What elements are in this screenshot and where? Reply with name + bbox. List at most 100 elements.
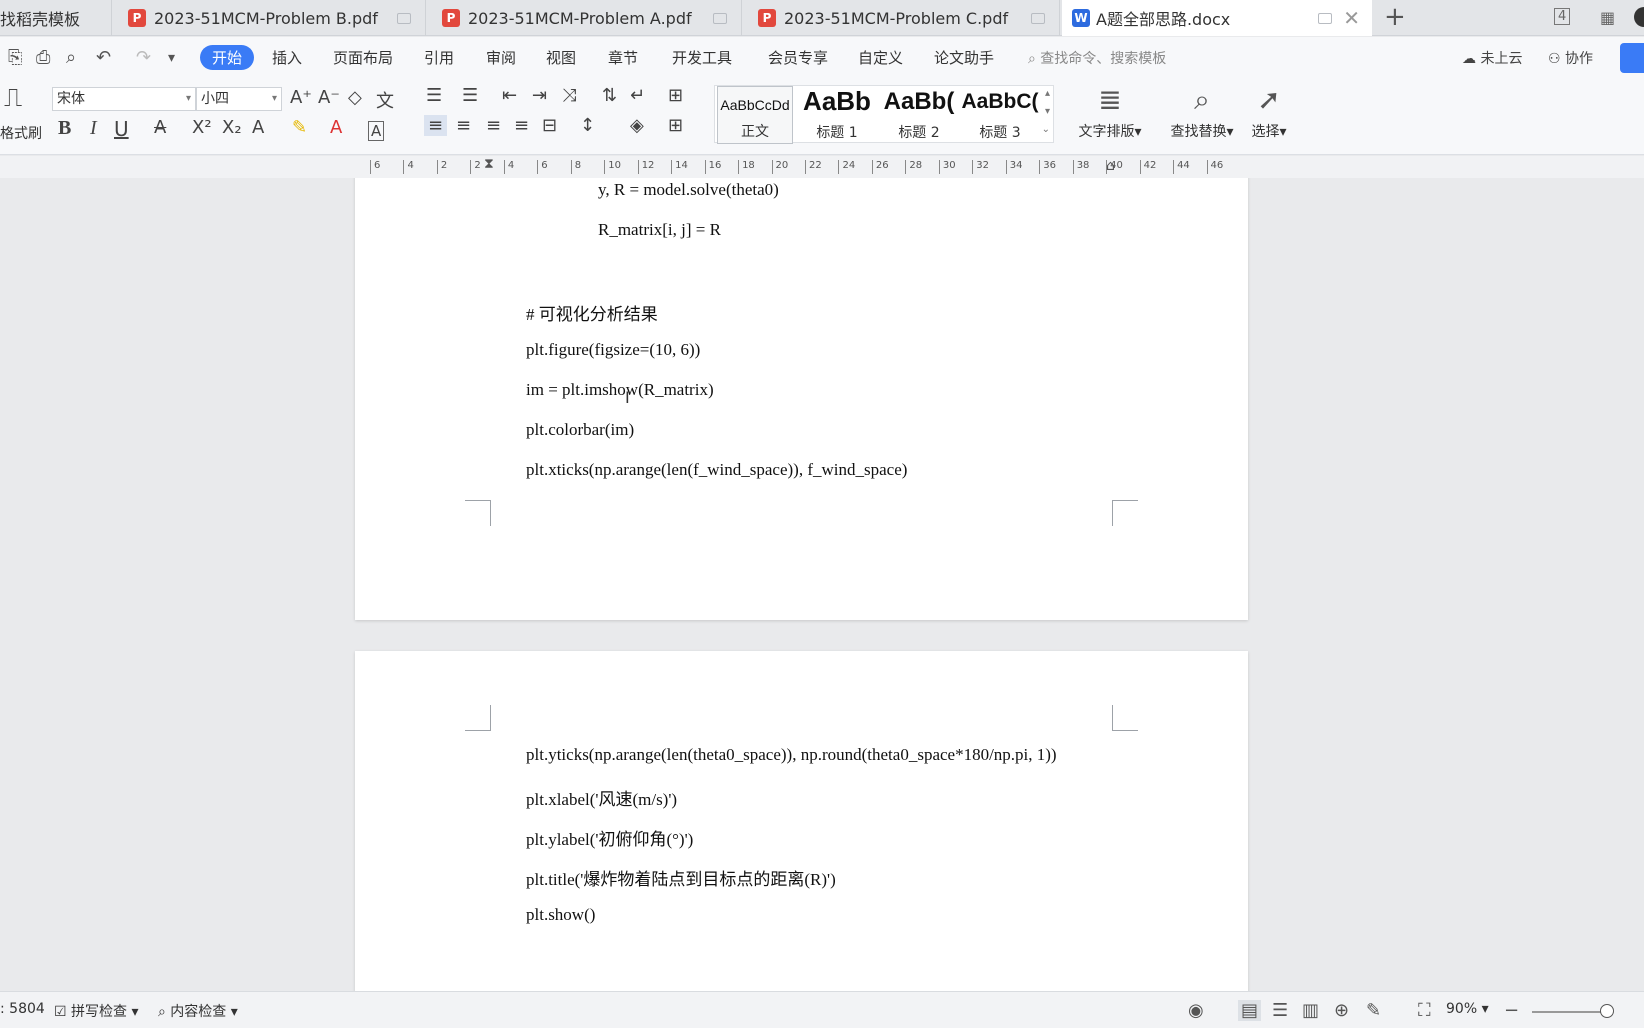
zoom-slider-knob[interactable] <box>1600 1004 1614 1018</box>
font-name-select[interactable]: 宋体 ▾ <box>52 87 196 111</box>
italic-icon[interactable]: I <box>90 117 97 140</box>
text-layout-button[interactable]: ≣ 文字排版▾ <box>1072 83 1148 141</box>
font-size-select[interactable]: 小四 ▾ <box>196 87 282 111</box>
code-line[interactable]: R_matrix[i, j] = R <box>598 220 721 240</box>
style-heading-2[interactable]: AaBb( 标题 2 <box>879 86 959 144</box>
bold-icon[interactable]: B <box>58 117 71 140</box>
cloud-status[interactable]: ☁ 未上云 <box>1462 48 1522 68</box>
code-line[interactable]: y, R = model.solve(theta0) <box>598 180 779 200</box>
window-count-icon[interactable]: 4 <box>1554 8 1571 25</box>
eye-protection-icon[interactable]: ◉ <box>1188 1000 1204 1021</box>
tab-window-icon[interactable] <box>1031 12 1045 24</box>
menu-chapter[interactable]: 章节 <box>608 47 638 68</box>
strikethrough-icon[interactable]: A <box>154 117 166 138</box>
style-normal[interactable]: AaBbCcDd 正文 <box>717 86 793 144</box>
code-line[interactable]: plt.figure(figsize=(10, 6)) <box>526 340 700 360</box>
tab-stop-icon[interactable]: ⊞ <box>668 85 683 106</box>
font-color-icon[interactable]: A <box>330 117 342 138</box>
print-icon[interactable]: ⎙ <box>36 47 50 68</box>
bullets-icon[interactable]: ☰ <box>426 85 442 106</box>
outdent-icon[interactable]: ⇤ <box>502 85 517 106</box>
fit-page-icon[interactable]: ⛶ <box>1418 1000 1431 1021</box>
code-line[interactable]: plt.xticks(np.arange(len(f_wind_space)),… <box>526 460 907 480</box>
tab-a-docx[interactable]: W A题全部思路.docx ✕ <box>1062 0 1372 36</box>
format-painter-icon[interactable]: ⎍ <box>4 83 22 114</box>
word-count[interactable]: : 5804 <box>0 1001 45 1017</box>
line-break-icon[interactable]: ↵ <box>630 85 645 106</box>
new-tab-plus-icon[interactable]: + <box>1384 2 1406 32</box>
code-line[interactable]: plt.show() <box>526 905 595 925</box>
indent-marker-icon[interactable]: ⧗ <box>484 156 494 172</box>
borders-icon[interactable]: ⊞ <box>668 115 683 136</box>
gallery-scroll-up-icon[interactable]: ▴ <box>1045 88 1050 99</box>
menu-insert[interactable]: 插入 <box>272 47 302 68</box>
horizontal-ruler[interactable]: 6 4 2 2 4 6 8 10 12 14 16 18 20 22 24 26 28 30 32 34 36 38 40 4… <box>0 156 1644 178</box>
collab-button[interactable]: ⚇ 协作 <box>1548 48 1593 68</box>
indent-icon[interactable]: ⇥ <box>532 85 547 106</box>
tab-docer-templates[interactable]: 找稻壳模板 <box>0 0 112 36</box>
document-area[interactable]: y, R = model.solve(theta0) R_matrix[i, j… <box>0 178 1644 991</box>
avatar[interactable] <box>1634 7 1644 27</box>
document-page[interactable]: plt.yticks(np.arange(len(theta0_space)),… <box>355 651 1248 991</box>
clear-format-icon[interactable]: ◇ <box>348 87 362 108</box>
redo-icon[interactable]: ↷ <box>136 47 151 68</box>
zoom-out-icon[interactable]: − <box>1504 1000 1519 1021</box>
print-preview-icon[interactable]: ⌕ <box>66 47 76 68</box>
menu-page-layout[interactable]: 页面布局 <box>333 47 393 68</box>
distribute-icon[interactable]: ⊟ <box>542 115 557 136</box>
subscript-icon[interactable]: X₂ <box>222 117 242 138</box>
gallery-scroll-down-icon[interactable]: ▾ <box>1045 106 1050 117</box>
code-line[interactable]: plt.colorbar(im) <box>526 420 634 440</box>
shading-icon[interactable]: ◈ <box>630 115 644 136</box>
code-line[interactable]: plt.xlabel('风速(m/s)') <box>526 785 677 810</box>
document-page[interactable]: y, R = model.solve(theta0) R_matrix[i, j… <box>355 178 1248 620</box>
close-icon[interactable]: ✕ <box>1343 6 1360 30</box>
tab-problem-a-pdf[interactable]: P 2023-51MCM-Problem A.pdf <box>428 0 742 36</box>
zoom-level-select[interactable]: 90% ▾ <box>1446 1001 1489 1017</box>
gallery-expand-icon[interactable]: ⌄ <box>1042 124 1050 135</box>
text-direction-icon[interactable]: ⤨ <box>562 85 576 106</box>
underline-icon[interactable]: U <box>114 117 129 141</box>
menu-custom[interactable]: 自定义 <box>858 47 903 68</box>
pen-icon[interactable]: ✎ <box>1366 1000 1381 1021</box>
reading-view-icon[interactable]: ▥ <box>1302 1000 1319 1021</box>
highlight-icon[interactable]: ✎ <box>292 117 307 138</box>
code-line[interactable]: # 可视化分析结果 <box>526 300 658 325</box>
align-left-icon[interactable]: ≡ <box>424 115 448 136</box>
save-icon[interactable]: ⎘ <box>8 47 22 68</box>
increase-font-icon[interactable]: A⁺ <box>290 87 312 108</box>
style-heading-1[interactable]: AaBb 标题 1 <box>797 86 877 144</box>
spell-check-button[interactable]: ☑ 拼写检查 ▾ <box>54 1001 139 1021</box>
menu-developer[interactable]: 开发工具 <box>672 47 732 68</box>
outline-view-icon[interactable]: ☰ <box>1272 1000 1288 1021</box>
code-line[interactable]: plt.title('爆炸物着陆点到目标点的距离(R)') <box>526 865 836 890</box>
command-search[interactable]: ⌕ 查找命令、搜索模板 <box>1028 48 1166 68</box>
web-view-icon[interactable]: ⊕ <box>1334 1000 1349 1021</box>
menu-view[interactable]: 视图 <box>546 47 576 68</box>
numbering-icon[interactable]: ☰ <box>462 85 478 106</box>
phonetic-icon[interactable]: 文 <box>376 87 394 113</box>
tab-window-icon[interactable] <box>397 12 411 24</box>
share-button[interactable] <box>1620 43 1644 73</box>
menu-paper-assistant[interactable]: 论文助手 <box>934 47 994 68</box>
find-replace-button[interactable]: ⌕ 查找替换▾ <box>1166 83 1238 141</box>
justify-icon[interactable]: ≡ <box>514 115 529 136</box>
right-indent-marker-icon[interactable]: ⌂ <box>1106 158 1115 174</box>
content-check-button[interactable]: ⌕ 内容检查 ▾ <box>158 1001 238 1021</box>
align-center-icon[interactable]: ≡ <box>456 115 471 136</box>
code-line[interactable]: plt.yticks(np.arange(len(theta0_space)),… <box>526 745 1057 765</box>
menu-references[interactable]: 引用 <box>424 47 454 68</box>
code-line[interactable]: plt.ylabel('初俯仰角(°)') <box>526 825 693 850</box>
tab-problem-b-pdf[interactable]: P 2023-51MCM-Problem B.pdf <box>114 0 426 36</box>
decrease-font-icon[interactable]: A⁻ <box>318 87 340 108</box>
format-painter-label[interactable]: 格式刷 <box>0 123 42 143</box>
undo-icon[interactable]: ↶ <box>96 47 111 68</box>
tab-window-icon[interactable] <box>713 12 727 24</box>
menu-review[interactable]: 审阅 <box>486 47 516 68</box>
page-view-icon[interactable]: ▤ <box>1238 1000 1262 1021</box>
menu-member[interactable]: 会员专享 <box>768 47 828 68</box>
select-button[interactable]: ➚ 选择▾ <box>1244 83 1294 141</box>
style-heading-3[interactable]: AaBbC( 标题 3 <box>961 86 1039 144</box>
char-border-icon[interactable]: A <box>368 121 385 141</box>
text-effect-icon[interactable]: A <box>252 117 264 138</box>
